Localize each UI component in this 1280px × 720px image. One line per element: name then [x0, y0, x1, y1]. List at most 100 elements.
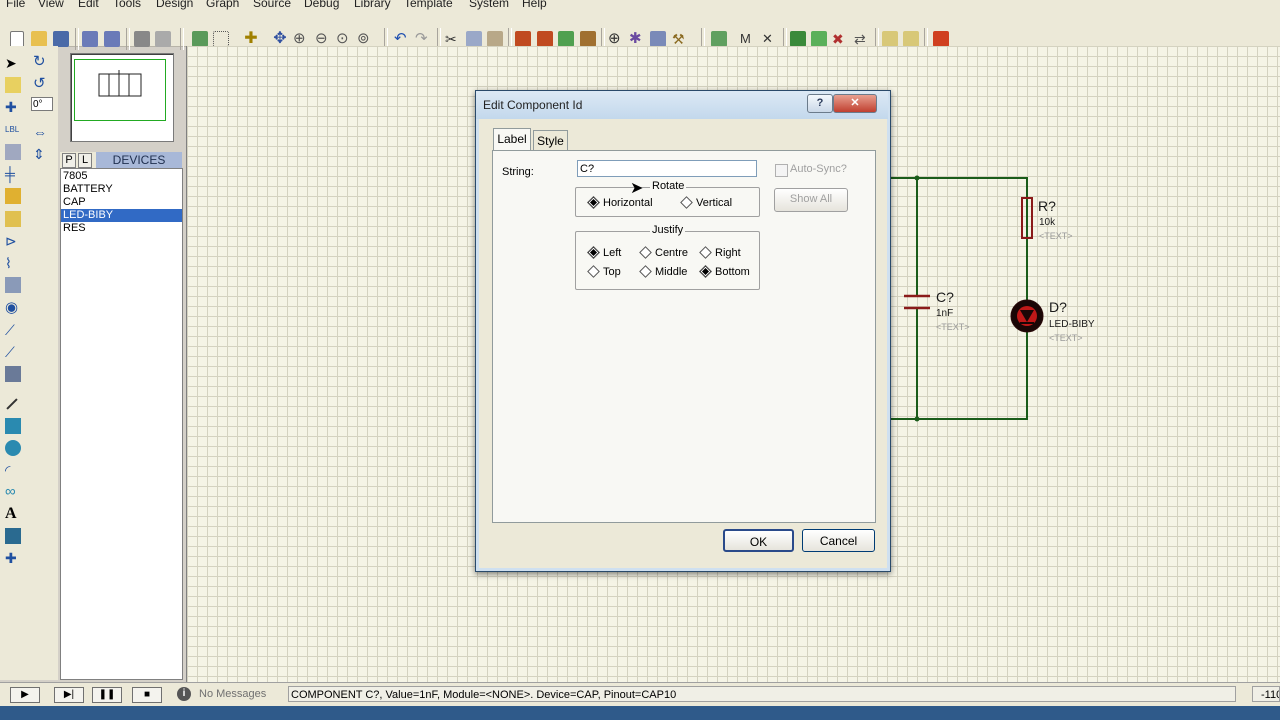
cancel-button[interactable]: Cancel — [802, 529, 875, 552]
block-delete-icon[interactable] — [580, 31, 596, 47]
zoom-area-icon[interactable]: ⊚ — [357, 31, 373, 47]
open-folder-icon[interactable] — [31, 31, 47, 47]
zoom-out-icon[interactable]: ⊖ — [315, 31, 331, 47]
path-tool-icon[interactable]: ∞ — [5, 484, 21, 500]
bus-mode-icon[interactable]: ╪ — [5, 166, 21, 182]
symbol-tool-icon[interactable] — [5, 528, 21, 544]
close-button[interactable]: ✕ — [833, 94, 877, 113]
junction-mode-icon[interactable]: ✚ — [5, 99, 21, 115]
pan-icon[interactable]: ✥ — [272, 31, 288, 47]
print-icon[interactable] — [134, 31, 150, 47]
led-ref[interactable]: D? — [1049, 299, 1067, 315]
line-tool-icon[interactable] — [6, 398, 18, 410]
menu-design[interactable]: Design — [156, 0, 193, 10]
justify-left-radio[interactable]: Left — [587, 245, 621, 259]
capacitor-ref[interactable]: C? — [936, 289, 954, 305]
electrical-rules-icon[interactable] — [903, 31, 919, 47]
make-device-icon[interactable]: ✱ — [629, 31, 645, 47]
mirror-horizontal-icon[interactable]: ⇔ — [33, 124, 49, 140]
export-icon[interactable] — [104, 31, 120, 47]
rotate-anticlockwise-icon[interactable]: ↺ — [33, 76, 49, 92]
save-icon[interactable] — [53, 31, 69, 47]
virtual-instruments-icon[interactable] — [5, 366, 21, 382]
redo-icon[interactable]: ↷ — [415, 31, 431, 47]
led-text[interactable]: <TEXT> — [1049, 333, 1083, 343]
property-tool-icon[interactable]: ✕ — [762, 31, 778, 47]
justify-middle-radio[interactable]: Middle — [639, 264, 687, 278]
stop-button[interactable]: ■ — [132, 687, 162, 703]
wire-autorouter-icon[interactable] — [711, 31, 727, 47]
pause-button[interactable]: ❚❚ — [92, 687, 122, 703]
help-button[interactable]: ? — [807, 94, 833, 113]
library-manager-button[interactable]: L — [78, 153, 92, 168]
menu-system[interactable]: System — [469, 0, 509, 10]
box-tool-icon[interactable] — [5, 418, 21, 434]
circle-tool-icon[interactable] — [5, 440, 21, 456]
selection-mode-icon[interactable]: ➤ — [5, 55, 21, 71]
step-button[interactable]: ▶| — [54, 687, 84, 703]
menu-template[interactable]: Template — [404, 0, 453, 10]
rotate-horizontal-radio[interactable]: Horizontal — [587, 195, 653, 209]
pick-device-icon[interactable]: ⊕ — [608, 31, 624, 47]
pick-device-button[interactable]: P — [62, 153, 76, 168]
import-icon[interactable] — [82, 31, 98, 47]
block-move-icon[interactable] — [537, 31, 553, 47]
zoom-in-icon[interactable]: ⊕ — [293, 31, 309, 47]
menu-edit[interactable]: Edit — [78, 0, 99, 10]
device-item-battery[interactable]: BATTERY — [61, 183, 182, 196]
device-item-cap[interactable]: CAP — [61, 196, 182, 209]
subcircuit-mode-icon[interactable] — [5, 188, 21, 204]
resistor-ref[interactable]: R? — [1038, 198, 1056, 214]
voltage-probe-icon[interactable]: ⟋ — [5, 322, 21, 338]
current-probe-icon[interactable]: ⟋ — [5, 344, 21, 360]
capacitor-value[interactable]: 1nF — [936, 308, 953, 319]
auto-sync-checkbox[interactable] — [775, 164, 788, 177]
arc-tool-icon[interactable]: ◜ — [5, 462, 21, 478]
justify-right-radio[interactable]: Right — [699, 245, 741, 259]
show-all-button[interactable]: Show All — [774, 188, 848, 212]
dialog-titlebar[interactable]: Edit Component Id ? ✕ — [476, 91, 888, 119]
origin-icon[interactable]: ✚ — [243, 31, 259, 47]
device-item-res[interactable]: RES — [61, 222, 182, 235]
wire-label-mode-icon[interactable]: LBL — [5, 122, 21, 138]
capacitor-text[interactable]: <TEXT> — [936, 322, 970, 332]
menu-library[interactable]: Library — [354, 0, 391, 10]
rotate-clockwise-icon[interactable]: ↻ — [33, 54, 49, 70]
remove-sheet-icon[interactable]: ✖ — [832, 31, 848, 47]
tab-label[interactable]: Label — [493, 128, 531, 151]
cut-icon[interactable]: ✂ — [445, 31, 461, 47]
add-sheet-icon[interactable] — [811, 31, 827, 47]
block-rotate-icon[interactable] — [558, 31, 574, 47]
menu-file[interactable]: File — [6, 0, 25, 10]
justify-top-radio[interactable]: Top — [587, 264, 621, 278]
text-script-mode-icon[interactable] — [5, 144, 21, 160]
menu-help[interactable]: Help — [522, 0, 547, 10]
marker-tool-icon[interactable]: ✚ — [5, 550, 21, 566]
resistor-value[interactable]: 10k — [1039, 217, 1055, 228]
messages-status[interactable]: No Messages — [199, 688, 266, 700]
ok-button[interactable]: OK — [723, 529, 794, 552]
led-value[interactable]: LED-BIBY — [1049, 319, 1095, 330]
rotate-vertical-radio[interactable]: Vertical — [680, 195, 732, 209]
device-item-7805[interactable]: 7805 — [61, 170, 182, 183]
tape-recorder-mode-icon[interactable] — [5, 277, 21, 293]
menu-debug[interactable]: Debug — [304, 0, 339, 10]
tab-style[interactable]: Style — [533, 130, 568, 151]
device-pins-mode-icon[interactable]: ⊳ — [5, 233, 21, 249]
text-tool-icon[interactable]: A — [5, 506, 21, 522]
generator-mode-icon[interactable]: ◉ — [5, 300, 21, 316]
justify-bottom-radio[interactable]: Bottom — [699, 264, 750, 278]
graph-mode-icon[interactable]: ⌇ — [5, 255, 21, 271]
string-input[interactable] — [577, 160, 757, 177]
new-sheet-icon[interactable] — [790, 31, 806, 47]
rotation-angle-field[interactable]: 0° — [31, 97, 53, 111]
resistor-text[interactable]: <TEXT> — [1039, 231, 1073, 241]
ares-icon[interactable] — [933, 31, 949, 47]
area-print-icon[interactable] — [155, 31, 171, 47]
menu-view[interactable]: View — [38, 0, 64, 10]
terminals-mode-icon[interactable] — [5, 211, 21, 227]
zoom-all-icon[interactable]: ⊙ — [336, 31, 352, 47]
grid-icon[interactable] — [213, 31, 229, 47]
component-mode-icon[interactable] — [5, 77, 21, 93]
block-copy-icon[interactable] — [515, 31, 531, 47]
